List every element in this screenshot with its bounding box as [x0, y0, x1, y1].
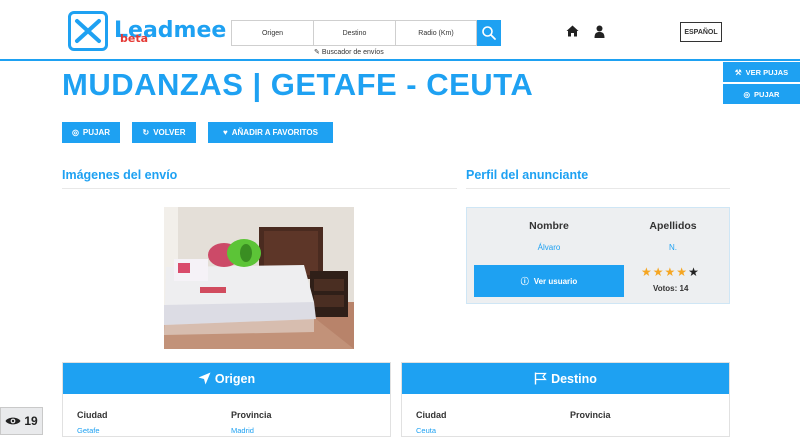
origen-card-header: Origen — [63, 363, 390, 394]
origen-input[interactable]: Origen — [231, 20, 313, 46]
beta-badge: beta — [120, 32, 149, 45]
divider — [62, 188, 457, 189]
nombre-label: Nombre — [529, 220, 569, 232]
search-hint[interactable]: ✎ Buscador de envíos — [314, 48, 384, 56]
views-counter: 19 — [0, 407, 43, 435]
divider — [466, 188, 730, 189]
profile-heading: Perfil del anunciante — [466, 168, 589, 182]
volver-button[interactable]: ↻ VOLVER — [132, 122, 196, 143]
destino-card-header: Destino — [402, 363, 729, 394]
search-button[interactable] — [477, 20, 501, 46]
destino-ciudad-value: Ceuta — [416, 426, 437, 435]
destino-provincia-label: Provincia — [570, 410, 611, 420]
ver-usuario-label: Ver usuario — [533, 276, 578, 286]
side-pujar-label: PUJAR — [754, 89, 780, 99]
pujar-button[interactable]: ◎ PUJAR — [62, 122, 120, 143]
leadmee-logo[interactable]: Leadmee — [68, 11, 226, 51]
language-selector[interactable]: ESPAÑOL — [680, 22, 722, 42]
rating-stars: ★★★★★ — [641, 265, 700, 279]
search-icon — [482, 26, 496, 40]
favoritos-button[interactable]: ♥ AÑADIR A FAVORITOS — [208, 122, 333, 143]
radio-input[interactable]: Radio (Km) — [395, 20, 477, 46]
favoritos-label: AÑADIR A FAVORITOS — [231, 128, 318, 137]
side-pujar-button[interactable]: ◎ PUJAR — [723, 84, 800, 104]
images-heading: Imágenes del envío — [62, 168, 178, 182]
destino-card: Destino Ciudad Provincia Ceuta — [401, 362, 730, 437]
logo-mark-icon — [68, 11, 108, 51]
advertiser-profile-card: Nombre Apellidos Álvaro N. ⓘ Ver usuario… — [466, 207, 730, 304]
target-icon: ◎ — [71, 128, 79, 137]
star-filled-icon: ★ — [676, 265, 689, 279]
destino-title: Destino — [551, 371, 597, 386]
heart-icon: ♥ — [223, 128, 228, 137]
target-icon: ◎ — [743, 89, 751, 99]
ver-pujas-button[interactable]: ⚒ VER PUJAS — [723, 62, 800, 82]
views-count: 19 — [24, 414, 38, 428]
star-filled-icon: ★ — [652, 265, 665, 279]
gavel-icon: ⚒ — [734, 67, 742, 77]
apellidos-label: Apellidos — [649, 220, 697, 232]
origen-provincia-label: Provincia — [231, 410, 272, 420]
star-filled-icon: ★ — [641, 265, 653, 279]
search-bar: Origen Destino Radio (Km) — [231, 20, 501, 46]
destino-ciudad-label: Ciudad — [416, 410, 447, 420]
star-empty-icon: ★ — [688, 265, 700, 279]
destino-input[interactable]: Destino — [313, 20, 395, 46]
nombre-value: Álvaro — [537, 243, 561, 252]
search-hint-label: Buscador de envíos — [321, 49, 384, 56]
origen-provincia-value: Madrid — [231, 426, 254, 435]
origen-ciudad-value: Getafe — [77, 426, 100, 435]
refresh-icon: ↻ — [142, 128, 150, 137]
votes-count: Votos: 14 — [653, 284, 689, 293]
top-header: Leadmee beta Origen Destino Radio (Km) ✎… — [0, 0, 800, 61]
pujar-label: PUJAR — [82, 128, 111, 137]
apellidos-value: N. — [669, 243, 677, 252]
origen-title: Origen — [214, 371, 256, 386]
flag-icon — [534, 372, 547, 385]
volver-label: VOLVER — [153, 128, 186, 137]
origen-ciudad-label: Ciudad — [77, 410, 108, 420]
ver-pujas-label: VER PUJAS — [745, 67, 789, 77]
star-filled-icon: ★ — [664, 265, 677, 279]
eye-icon — [5, 417, 21, 425]
megaphone-icon: ✎ — [314, 49, 320, 56]
home-icon[interactable] — [566, 25, 579, 37]
shipment-photo[interactable] — [164, 207, 354, 349]
origen-card: Origen Ciudad Provincia Getafe Madrid — [62, 362, 391, 437]
page-title: MUDANZAS | GETAFE - CEUTA — [62, 67, 534, 102]
user-icon[interactable] — [594, 25, 605, 38]
location-arrow-icon — [198, 372, 211, 385]
ver-usuario-button[interactable]: ⓘ Ver usuario — [474, 265, 624, 297]
question-icon: ⓘ — [520, 276, 529, 286]
